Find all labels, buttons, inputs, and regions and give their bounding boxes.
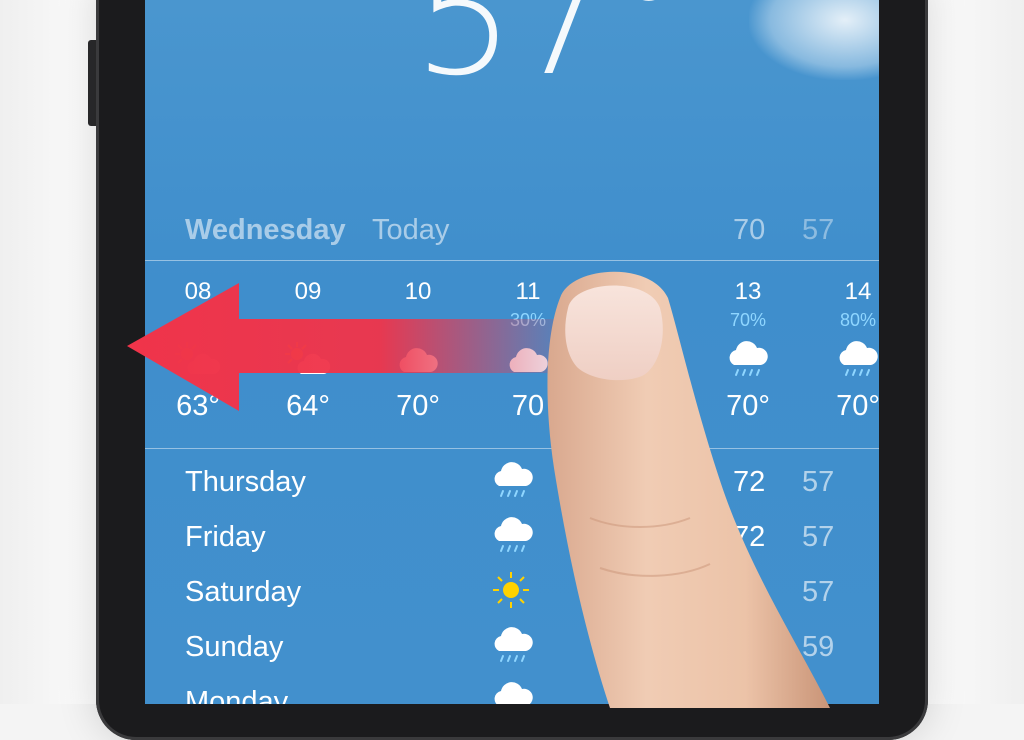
hourly-top-divider xyxy=(145,260,879,261)
rain-cloud-icon xyxy=(491,460,535,510)
finger xyxy=(547,271,830,708)
cloud-decoration xyxy=(749,0,879,80)
swipe-left-arrow xyxy=(127,283,587,411)
phone-side-button xyxy=(88,40,96,126)
day-name: Monday xyxy=(185,686,289,704)
day-name: Sunday xyxy=(185,631,284,663)
today-summary-row: Wednesday Today 70 57 xyxy=(185,214,839,254)
today-low: 57 xyxy=(802,214,835,246)
current-temperature: 57° xyxy=(413,0,689,111)
rain-cloud-icon xyxy=(491,625,535,675)
rain-cloud-icon xyxy=(491,515,535,565)
day-name: Friday xyxy=(185,521,266,553)
day-name: Saturday xyxy=(185,576,302,608)
today-label: Today xyxy=(372,214,450,246)
rain-cloud-icon xyxy=(491,680,535,704)
today-day-name: Wednesday xyxy=(185,214,346,246)
sun-icon xyxy=(491,570,531,618)
day-name: Thursday xyxy=(185,466,306,498)
today-high: 70 xyxy=(733,214,766,246)
